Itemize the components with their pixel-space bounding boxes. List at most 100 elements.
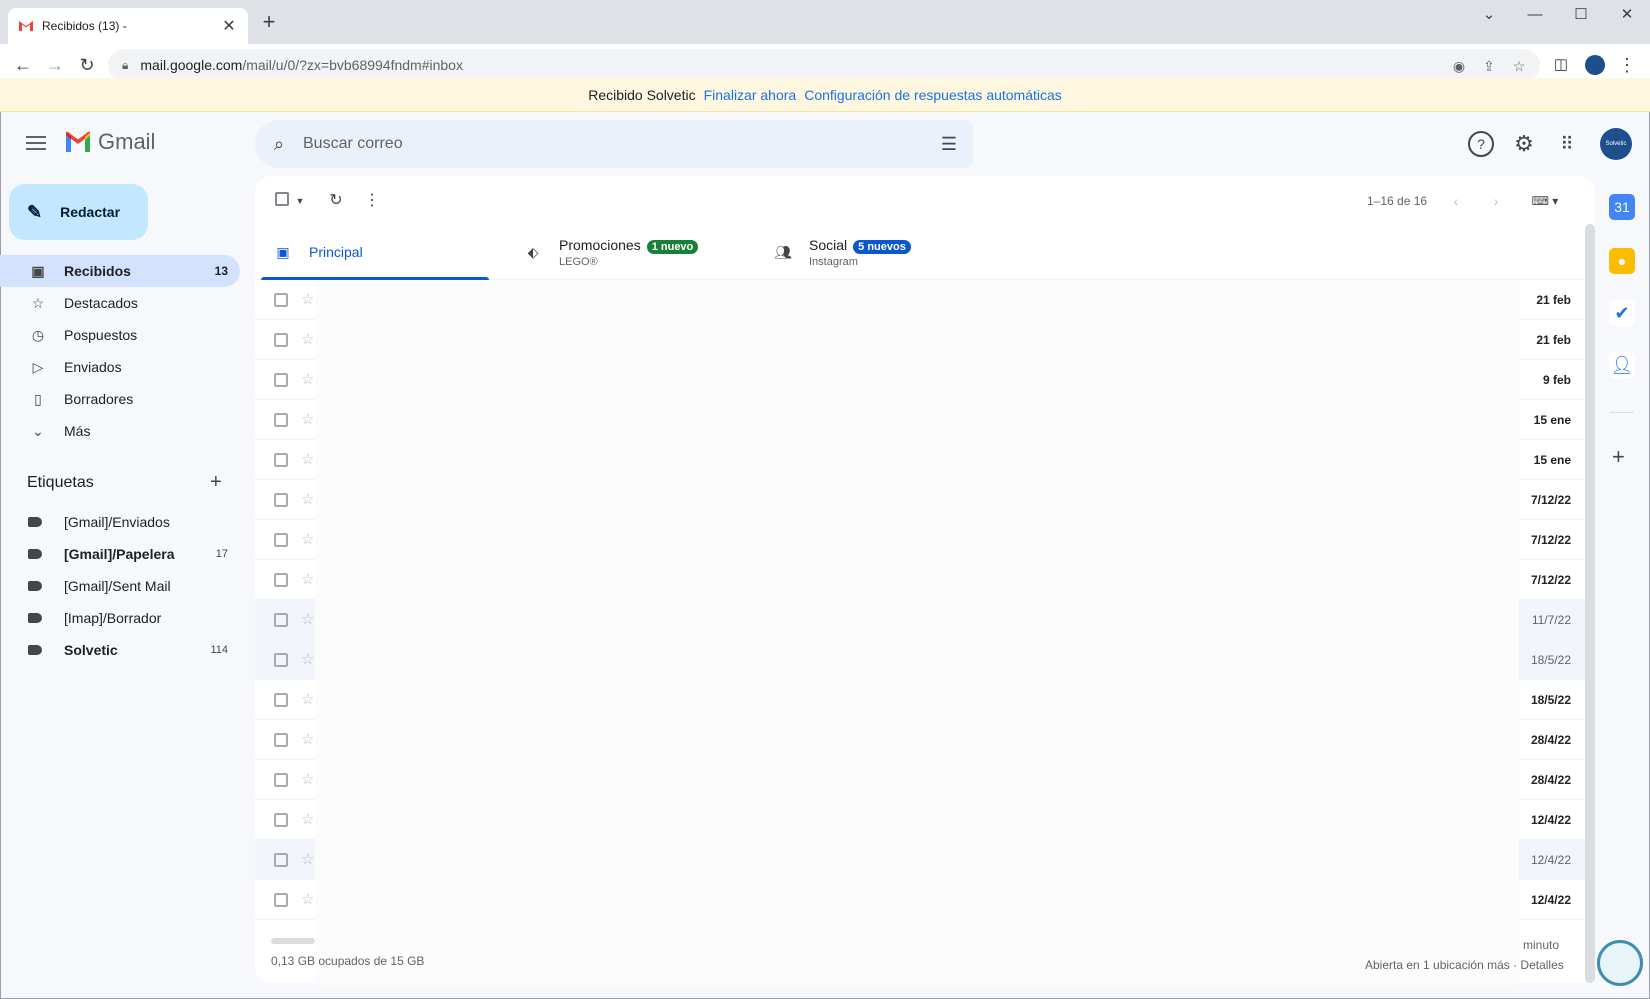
- maximize-button[interactable]: ☐: [1558, 0, 1604, 30]
- email-date: 12/4/22: [1530, 812, 1571, 827]
- app-name: Gmail: [98, 129, 156, 154]
- close-tab-icon[interactable]: ✕: [220, 16, 238, 36]
- star-icon[interactable]: ☆: [301, 330, 314, 348]
- star-icon[interactable]: ☆: [301, 850, 314, 868]
- keep-icon[interactable]: ●: [1609, 248, 1635, 274]
- next-page-icon[interactable]: ›: [1485, 190, 1507, 212]
- new-tab-button[interactable]: +: [258, 11, 280, 34]
- search-icon[interactable]: ⌕: [255, 134, 303, 155]
- add-addon-icon[interactable]: +: [1612, 444, 1625, 470]
- row-checkbox[interactable]: [274, 653, 288, 667]
- row-checkbox[interactable]: [274, 533, 288, 547]
- row-checkbox[interactable]: [274, 893, 288, 907]
- row-checkbox[interactable]: [274, 613, 288, 627]
- tab-promociones[interactable]: ⬖ Promociones 1 nuevo LEGO®: [523, 224, 699, 280]
- close-window-button[interactable]: ✕: [1604, 0, 1650, 30]
- sidebar-item-snoozed[interactable]: ◷ Pospuestos: [0, 319, 240, 351]
- email-date: 11/7/22: [1531, 612, 1571, 627]
- row-checkbox[interactable]: [274, 453, 288, 467]
- row-checkbox[interactable]: [274, 573, 288, 587]
- sidebar-item-more[interactable]: ⌄ Más: [0, 415, 240, 447]
- share-icon[interactable]: ⇪: [1478, 55, 1500, 77]
- add-label-icon[interactable]: +: [210, 471, 222, 494]
- activity-details-link[interactable]: Abierta en 1 ubicación más · Detalles: [1365, 958, 1564, 972]
- vertical-scrollbar[interactable]: [1585, 224, 1595, 983]
- contacts-icon[interactable]: 👤︎: [1609, 352, 1635, 378]
- star-icon[interactable]: ☆: [301, 490, 314, 508]
- sidebar-item-drafts[interactable]: ▯ Borradores: [0, 383, 240, 415]
- select-dropdown-icon[interactable]: ▼: [289, 190, 311, 212]
- reload-button[interactable]: ↻: [74, 52, 100, 78]
- tasks-icon[interactable]: ✔: [1609, 300, 1635, 326]
- label-name: Solvetic: [64, 642, 118, 658]
- row-checkbox[interactable]: [274, 373, 288, 387]
- star-icon[interactable]: ☆: [301, 370, 314, 388]
- star-icon[interactable]: ☆: [301, 410, 314, 428]
- star-icon[interactable]: ☆: [301, 810, 314, 828]
- more-options-icon[interactable]: ⋮: [361, 190, 383, 212]
- autoreply-settings-link[interactable]: Configuración de respuestas automáticas: [804, 87, 1062, 103]
- tab-search-icon[interactable]: ⌄: [1466, 0, 1512, 30]
- main-menu-icon[interactable]: [24, 132, 48, 156]
- label-item[interactable]: Solvetic 114: [0, 634, 240, 666]
- browser-menu-icon[interactable]: ⋮: [1614, 52, 1640, 78]
- minimize-button[interactable]: —: [1512, 0, 1558, 30]
- star-icon[interactable]: ☆: [301, 690, 314, 708]
- row-checkbox[interactable]: [274, 733, 288, 747]
- row-checkbox[interactable]: [274, 413, 288, 427]
- sidebar-item-sent[interactable]: ▷ Enviados: [0, 351, 240, 383]
- search-options-icon[interactable]: ☰: [925, 134, 973, 155]
- row-checkbox[interactable]: [274, 493, 288, 507]
- side-panel-icon[interactable]: ◫: [1548, 52, 1574, 78]
- label-item[interactable]: [Gmail]/Papelera 17: [0, 538, 240, 570]
- back-button[interactable]: ←: [10, 52, 36, 78]
- bookmark-star-icon[interactable]: ☆: [1508, 55, 1530, 77]
- horizontal-scrollbar[interactable]: [271, 938, 315, 944]
- input-tools-icon[interactable]: ⌨ ▾: [1525, 190, 1565, 212]
- tab-sub: Instagram: [809, 255, 858, 268]
- end-now-link[interactable]: Finalizar ahora: [704, 87, 797, 103]
- apps-grid-icon[interactable]: ⠿: [1554, 131, 1580, 157]
- row-checkbox[interactable]: [274, 813, 288, 827]
- star-icon[interactable]: ☆: [301, 450, 314, 468]
- account-avatar[interactable]: Solvetic: [1600, 128, 1632, 160]
- calendar-icon[interactable]: 31: [1609, 194, 1635, 220]
- star-icon[interactable]: ☆: [301, 530, 314, 548]
- star-icon[interactable]: ☆: [301, 650, 314, 668]
- star-icon[interactable]: ☆: [301, 610, 314, 628]
- tab-sub: LEGO®: [559, 255, 598, 268]
- help-icon[interactable]: ?: [1468, 131, 1494, 157]
- gmail-logo[interactable]: Gmail: [64, 129, 155, 155]
- row-checkbox[interactable]: [274, 693, 288, 707]
- star-icon[interactable]: ☆: [301, 890, 314, 908]
- sidebar-item-inbox[interactable]: ▣ Recibidos 13: [0, 255, 240, 287]
- label-item[interactable]: [Gmail]/Sent Mail: [0, 570, 240, 602]
- row-checkbox[interactable]: [274, 773, 288, 787]
- search-input[interactable]: Buscar correo: [303, 135, 925, 153]
- star-icon[interactable]: ☆: [301, 290, 314, 308]
- profile-icon[interactable]: [1582, 52, 1608, 78]
- row-checkbox[interactable]: [274, 333, 288, 347]
- forward-button[interactable]: →: [42, 52, 68, 78]
- address-bar[interactable]: 🔒︎ mail.google.com/mail/u/0/?zx=bvb68994…: [108, 49, 1540, 81]
- star-icon[interactable]: ☆: [301, 770, 314, 788]
- browser-tab[interactable]: Recibidos (13) - ✕: [8, 8, 248, 44]
- compose-button[interactable]: ✎ Redactar: [9, 184, 148, 240]
- settings-gear-icon[interactable]: ⚙: [1511, 131, 1537, 157]
- eye-icon[interactable]: ◉: [1448, 55, 1470, 77]
- prev-page-icon[interactable]: ‹: [1445, 190, 1467, 212]
- row-checkbox[interactable]: [274, 853, 288, 867]
- refresh-icon[interactable]: ↻: [325, 190, 347, 212]
- label-item[interactable]: [Gmail]/Enviados: [0, 506, 240, 538]
- search-bar[interactable]: ⌕ Buscar correo ☰: [255, 120, 973, 168]
- tab-principal[interactable]: ▣ Principal: [261, 224, 489, 280]
- sidebar-item-starred[interactable]: ☆ Destacados: [0, 287, 240, 319]
- star-icon[interactable]: ☆: [301, 570, 314, 588]
- row-checkbox[interactable]: [274, 293, 288, 307]
- tab-social[interactable]: 👥︎ Social 5 nuevos Instagram: [773, 224, 911, 280]
- star-icon[interactable]: ☆: [301, 730, 314, 748]
- draft-icon: ▯: [34, 390, 42, 407]
- mail-panel: ▼ ↻ ⋮ 1–16 de 16 ‹ › ⌨ ▾ ▣ Principal ⬖ P…: [255, 176, 1595, 985]
- label-item[interactable]: [Imap]/Borrador: [0, 602, 240, 634]
- nav-label: Destacados: [64, 295, 138, 311]
